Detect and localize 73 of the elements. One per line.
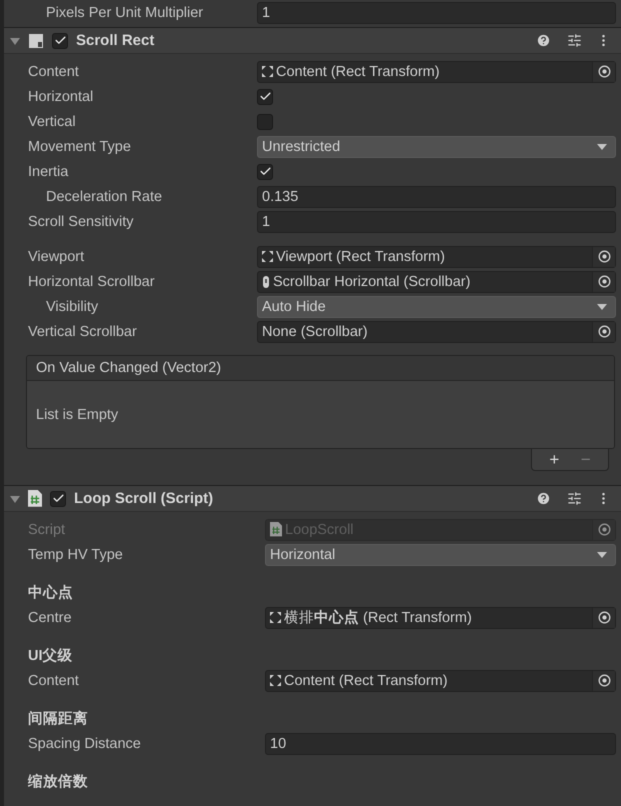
empty-list-text: List is Empty	[27, 381, 614, 448]
field-label: Horizontal Scrollbar	[28, 274, 156, 290]
object-picker-icon[interactable]	[598, 250, 610, 263]
component-header[interactable]: Scroll Rect	[4, 27, 621, 54]
help-icon[interactable]	[536, 491, 551, 506]
help-icon[interactable]	[536, 33, 551, 48]
component-title: Scroll Rect	[76, 32, 156, 49]
field-label: Scroll Sensitivity	[28, 214, 135, 230]
field-label: Viewport	[28, 248, 86, 264]
object-field[interactable]: 横排中心点 (Rect Transform)	[265, 606, 616, 628]
dropdown-arrow-icon	[597, 552, 607, 558]
field-label: Horizontal	[28, 88, 94, 104]
section-heading: 中心点	[27, 583, 74, 603]
checkbox[interactable]	[257, 114, 273, 130]
field-label: Inertia	[28, 164, 70, 180]
section-heading: 间隔距离	[27, 709, 89, 729]
dropdown-arrow-icon	[597, 304, 607, 310]
field-label: Spacing Distance	[28, 736, 142, 752]
input-field[interactable]: 1	[257, 210, 616, 232]
section-heading: 缩放倍数	[26, 772, 89, 792]
check-icon	[52, 492, 64, 505]
component-header[interactable]: Loop Scroll (Script)	[4, 485, 621, 512]
presets-sliders-icon[interactable]	[567, 33, 582, 48]
add-button[interactable]: +	[545, 450, 564, 470]
check-icon	[258, 165, 272, 178]
component-title: Loop Scroll (Script)	[74, 490, 214, 507]
foldout-triangle-icon[interactable]	[10, 36, 20, 46]
field-label: Content	[28, 672, 80, 688]
field-label: Movement Type	[28, 138, 132, 154]
dropdown-arrow-icon	[597, 144, 607, 150]
field-label: Vertical Scrollbar	[28, 324, 138, 340]
object-field[interactable]: Scrollbar Horizontal (Scrollbar)	[257, 270, 616, 292]
enable-checkbox[interactable]	[52, 32, 68, 48]
field-label: Centre	[28, 610, 73, 626]
move-arrows-icon	[270, 675, 281, 686]
move-arrows-icon	[262, 66, 273, 77]
check-icon	[258, 90, 272, 103]
field-label: Pixels Per Unit Multiplier	[45, 4, 204, 20]
input-field[interactable]: 0.135	[257, 186, 616, 208]
presets-sliders-icon[interactable]	[567, 491, 582, 506]
event-title: On Value Changed (Vector2)	[27, 356, 614, 381]
object-picker-icon[interactable]	[598, 65, 610, 78]
script-file-icon	[28, 490, 42, 507]
field-label: Deceleration Rate	[45, 188, 164, 204]
scrollbar-icon	[262, 276, 270, 288]
check-icon	[54, 34, 66, 47]
object-picker-icon[interactable]	[598, 611, 610, 624]
move-arrows-icon	[262, 251, 273, 262]
input-field[interactable]: 10	[265, 732, 616, 754]
field-label: Vertical	[28, 114, 77, 130]
panel-icon	[28, 32, 44, 48]
dropdown[interactable]: Auto Hide	[257, 296, 616, 318]
dropdown[interactable]: Horizontal	[265, 544, 616, 566]
object-picker-icon[interactable]	[598, 325, 610, 338]
field-label: Visibility	[45, 298, 100, 314]
field-label: Content	[28, 64, 80, 80]
script-file-icon	[270, 522, 282, 537]
field-label: Temp HV Type	[28, 546, 124, 562]
enable-checkbox[interactable]	[50, 490, 66, 506]
field-label: Script	[28, 522, 66, 538]
section-heading: UI父级	[27, 646, 74, 666]
object-field[interactable]: Viewport (Rect Transform)	[257, 246, 616, 268]
checkbox[interactable]	[257, 88, 273, 104]
object-field[interactable]: Content (Rect Transform)	[265, 670, 616, 692]
object-field[interactable]: None (Scrollbar)	[257, 320, 616, 342]
input-field[interactable]: 1	[257, 2, 616, 24]
checkbox[interactable]	[257, 164, 273, 180]
object-field[interactable]: Content (Rect Transform)	[257, 60, 616, 82]
dropdown[interactable]: Unrestricted	[257, 136, 616, 158]
foldout-triangle-icon[interactable]	[10, 494, 20, 504]
object-picker-icon[interactable]	[598, 674, 610, 687]
object-picker-icon[interactable]	[598, 275, 610, 288]
move-arrows-icon	[270, 612, 281, 623]
